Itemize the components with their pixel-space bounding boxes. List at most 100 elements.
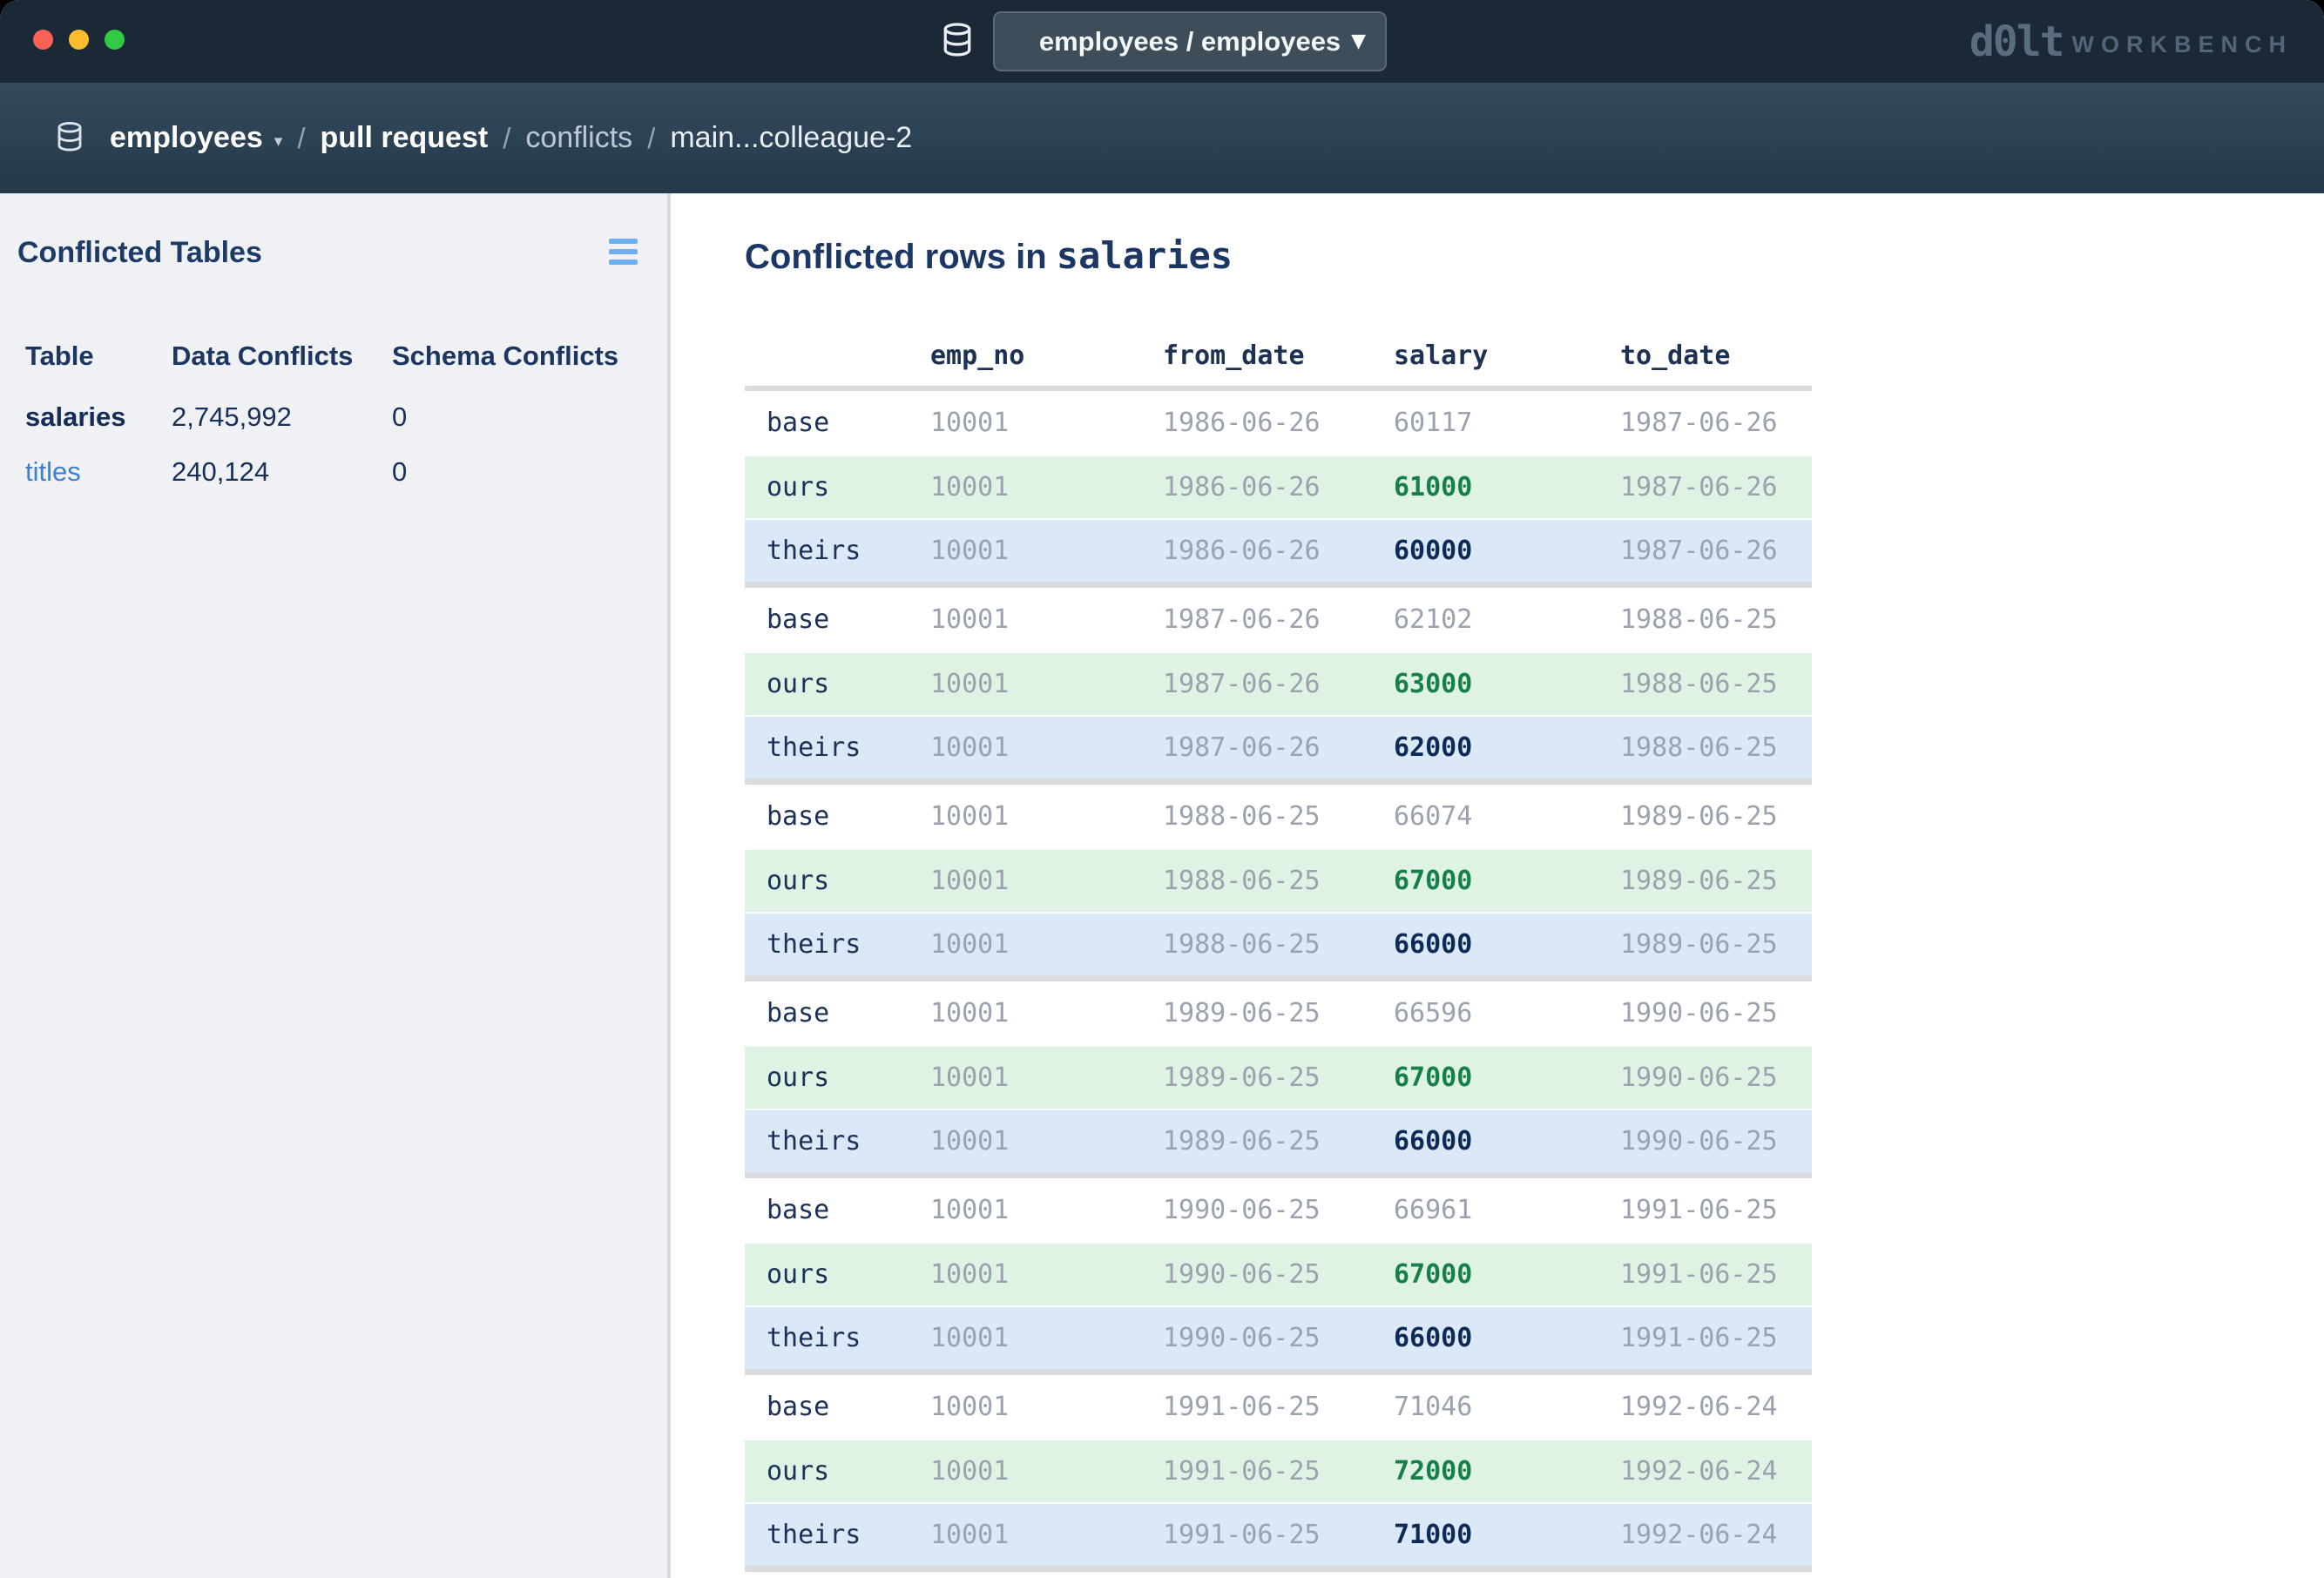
group-separator: [745, 1566, 1812, 1572]
cell-from-date: 1987-06-26: [1163, 732, 1394, 763]
data-conflicts-count: 2,745,992: [172, 401, 392, 433]
breadcrumb-pull-request[interactable]: pull request: [320, 121, 488, 155]
cell-from-date: 1989-06-25: [1163, 1126, 1394, 1157]
cell-emp-no: 10001: [930, 1126, 1163, 1157]
cell-from-date: 1987-06-26: [1163, 604, 1394, 635]
row-version-label: base: [745, 1195, 930, 1225]
cell-emp-no: 10001: [930, 1456, 1163, 1487]
cell-emp-no: 10001: [930, 1195, 1163, 1225]
database-selector-value: employees / employees: [1039, 26, 1341, 57]
conflict-table: emp_no from_date salary to_date base1000…: [745, 325, 1812, 1572]
cell-from-date: 1990-06-25: [1163, 1259, 1394, 1290]
conflict-row-theirs: theirs100011986-06-26600001987-06-26: [745, 518, 1812, 582]
group-separator: [745, 975, 1812, 981]
page-title: Conflicted rows in salaries: [745, 234, 1233, 277]
conflict-row-theirs: theirs100011987-06-26620001988-06-25: [745, 715, 1812, 779]
conflict-row-ours: ours100011988-06-25670001989-06-25: [745, 848, 1812, 912]
conflict-row-ours: ours100011990-06-25670001991-06-25: [745, 1242, 1812, 1305]
group-separator: [745, 1172, 1812, 1178]
row-version-label: ours: [745, 866, 930, 896]
group-separator: [745, 1369, 1812, 1375]
data-conflicts-count: 240,124: [172, 456, 392, 488]
nav-bar: employees ▾ / pull request / conflicts /…: [0, 83, 2324, 193]
schema-conflicts-count: 0: [392, 401, 645, 433]
table-link-salaries[interactable]: salaries: [25, 401, 172, 433]
conflict-row-ours: ours100011986-06-26610001987-06-26: [745, 455, 1812, 518]
cell-emp-no: 10001: [930, 1323, 1163, 1353]
cell-salary: 66000: [1394, 929, 1620, 960]
column-header-data-conflicts: Data Conflicts: [172, 341, 392, 372]
cell-to-date: 1988-06-25: [1620, 604, 1812, 635]
window-close-button[interactable]: [33, 30, 53, 50]
conflict-row-ours: ours100011991-06-25720001992-06-24: [745, 1439, 1812, 1502]
breadcrumb-separator: /: [297, 122, 305, 155]
cell-from-date: 1989-06-25: [1163, 1062, 1394, 1093]
cell-salary: 67000: [1394, 866, 1620, 896]
row-version-label: ours: [745, 472, 930, 502]
conflicted-tables-list: Table Data Conflicts Schema Conflicts sa…: [25, 337, 645, 499]
title-bar: employees / employees ▼ d0lt WORKBENCH: [0, 0, 2324, 83]
cell-emp-no: 10001: [930, 1520, 1163, 1550]
chevron-down-icon: ▼: [1351, 30, 1366, 52]
cell-to-date: 1992-06-24: [1620, 1520, 1812, 1550]
cell-salary: 62000: [1394, 732, 1620, 763]
row-version-label: base: [745, 1392, 930, 1422]
cell-salary: 71046: [1394, 1392, 1620, 1422]
chevron-down-icon[interactable]: ▾: [274, 126, 283, 151]
cell-emp-no: 10001: [930, 1259, 1163, 1290]
page-title-prefix: Conflicted rows in: [745, 238, 1057, 276]
conflict-row-theirs: theirs100011989-06-25660001990-06-25: [745, 1109, 1812, 1172]
conflict-row-base: base100011990-06-25669611991-06-25: [745, 1178, 1812, 1242]
cell-from-date: 1986-06-26: [1163, 536, 1394, 566]
breadcrumb-branch-range: main...colleague-2: [670, 121, 912, 155]
row-version-label: base: [745, 604, 930, 635]
conflict-row-base: base100011989-06-25665961990-06-25: [745, 981, 1812, 1045]
cell-to-date: 1989-06-25: [1620, 801, 1812, 832]
cell-emp-no: 10001: [930, 1392, 1163, 1422]
breadcrumb-separator: /: [647, 122, 655, 155]
breadcrumb-database[interactable]: employees: [110, 121, 263, 155]
page-title-table-name: salaries: [1057, 234, 1233, 277]
window-minimize-button[interactable]: [69, 30, 89, 50]
cell-emp-no: 10001: [930, 536, 1163, 566]
cell-salary: 66074: [1394, 801, 1620, 832]
row-version-label: ours: [745, 1259, 930, 1290]
cell-emp-no: 10001: [930, 669, 1163, 699]
cell-salary: 66000: [1394, 1126, 1620, 1157]
row-version-label: theirs: [745, 1126, 930, 1157]
cell-salary: 71000: [1394, 1520, 1620, 1550]
breadcrumb-conflicts[interactable]: conflicts: [525, 121, 632, 155]
cell-from-date: 1989-06-25: [1163, 998, 1394, 1028]
sidebar-title: Conflicted Tables: [17, 236, 262, 270]
cell-salary: 60000: [1394, 536, 1620, 566]
cell-to-date: 1988-06-25: [1620, 732, 1812, 763]
cell-from-date: 1990-06-25: [1163, 1323, 1394, 1353]
cell-to-date: 1991-06-25: [1620, 1195, 1812, 1225]
cell-to-date: 1991-06-25: [1620, 1259, 1812, 1290]
cell-emp-no: 10001: [930, 732, 1163, 763]
conflict-table-header-row: emp_no from_date salary to_date: [745, 325, 1812, 386]
cell-to-date: 1992-06-24: [1620, 1392, 1812, 1422]
conflict-table-body: base100011986-06-26601171987-06-26ours10…: [745, 391, 1812, 1572]
cell-salary: 66000: [1394, 1323, 1620, 1353]
breadcrumb-separator: /: [503, 122, 510, 155]
column-header-salary: salary: [1394, 341, 1620, 371]
row-version-label: ours: [745, 669, 930, 699]
cell-salary: 66596: [1394, 998, 1620, 1028]
menu-icon[interactable]: [609, 239, 638, 270]
window-zoom-button[interactable]: [105, 30, 125, 50]
row-version-label: ours: [745, 1062, 930, 1093]
database-icon: [937, 21, 977, 63]
cell-salary: 61000: [1394, 472, 1620, 502]
database-selector-dropdown[interactable]: employees / employees ▼: [993, 11, 1387, 71]
table-row-salaries[interactable]: salaries 2,745,992 0: [25, 389, 645, 444]
row-version-label: theirs: [745, 1520, 930, 1550]
row-version-label: base: [745, 408, 930, 438]
table-link-titles[interactable]: titles: [25, 456, 172, 488]
table-row-titles[interactable]: titles 240,124 0: [25, 444, 645, 499]
column-header-schema-conflicts: Schema Conflicts: [392, 341, 645, 372]
column-header-to-date: to_date: [1620, 341, 1812, 371]
cell-salary: 67000: [1394, 1259, 1620, 1290]
row-version-label: ours: [745, 1456, 930, 1487]
group-separator: [745, 582, 1812, 588]
